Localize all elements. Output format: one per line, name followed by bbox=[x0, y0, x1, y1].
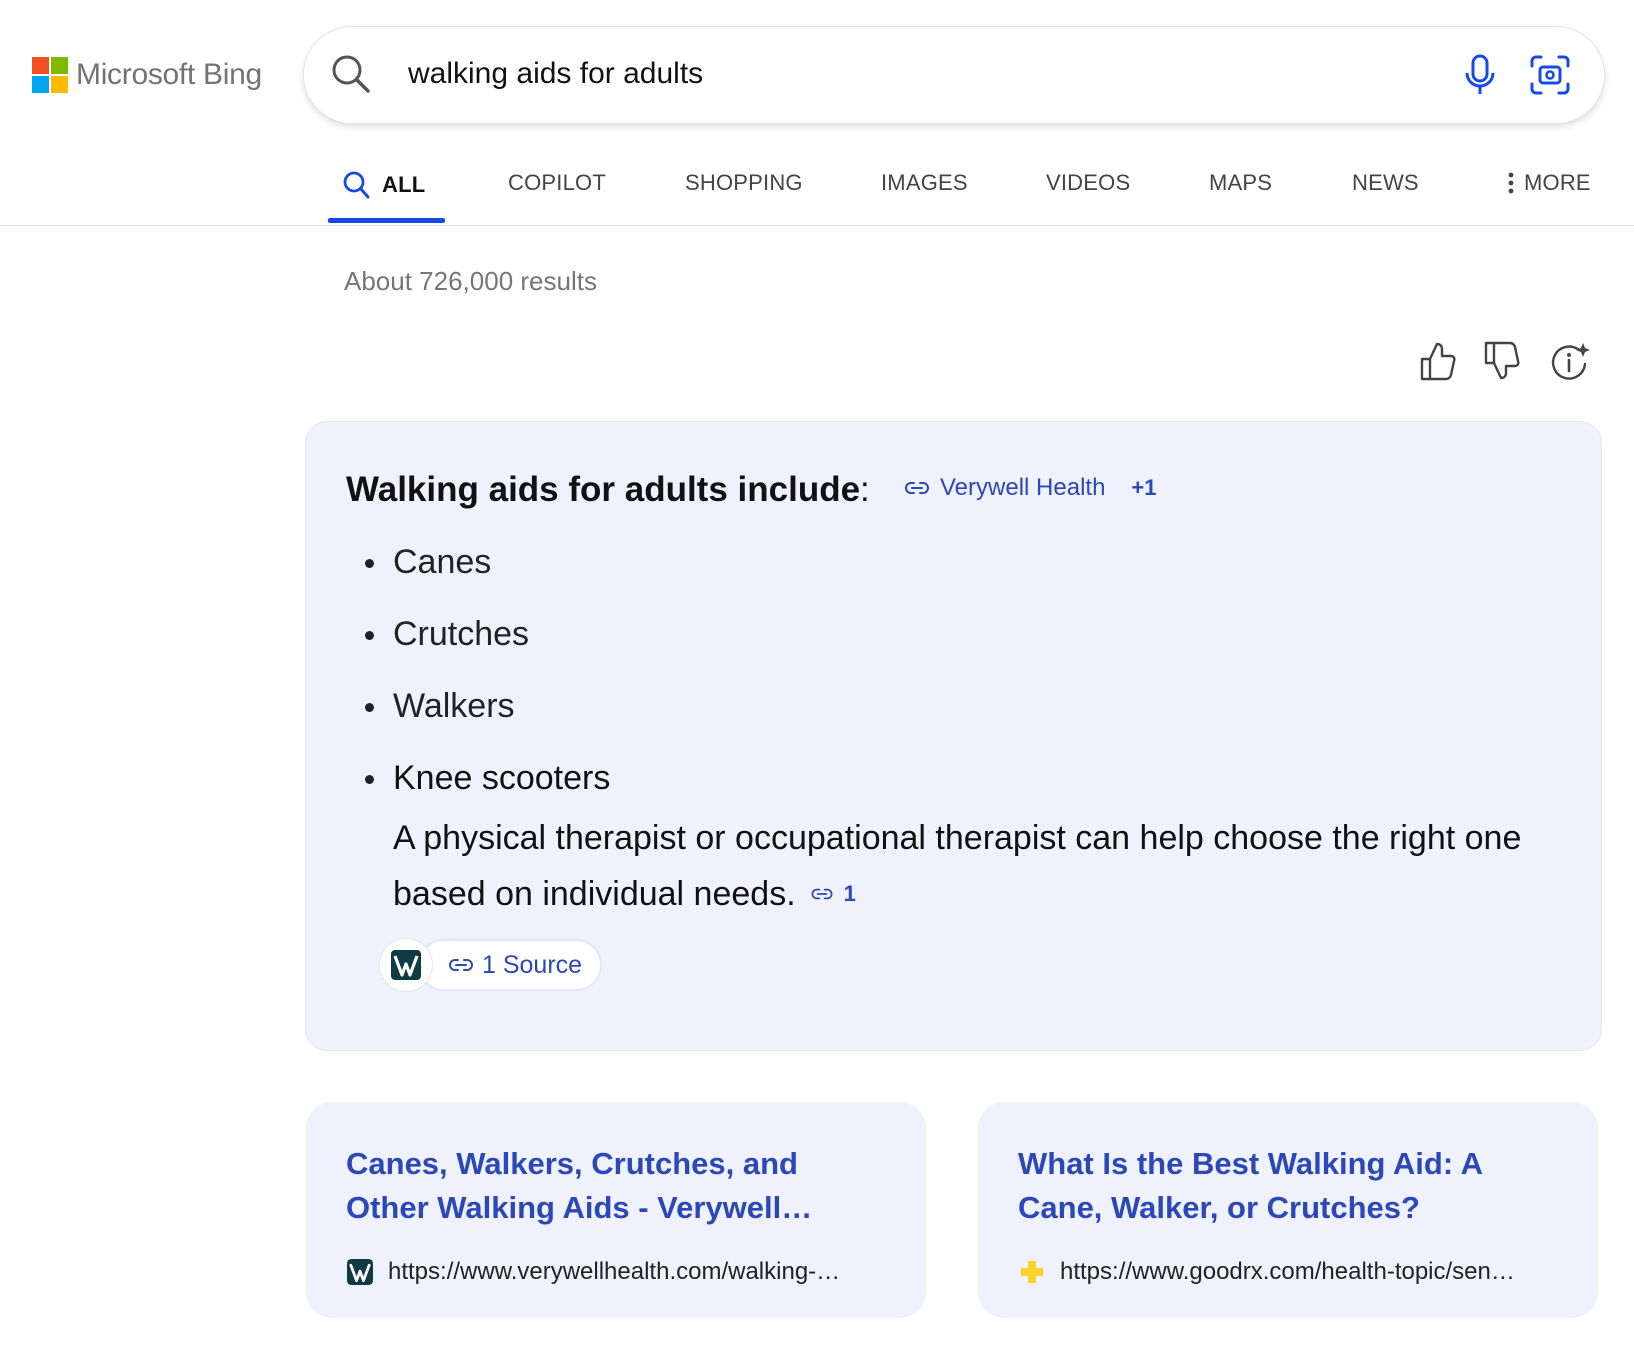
answer-paragraph: A physical therapist or occupational the… bbox=[393, 810, 1533, 922]
verywell-favicon bbox=[380, 939, 432, 991]
microphone-icon[interactable] bbox=[1460, 53, 1500, 102]
link-icon bbox=[810, 887, 834, 901]
link-icon bbox=[904, 480, 930, 496]
sources-pill[interactable]: 1 Source bbox=[418, 939, 603, 991]
answer-heading: Walking aids for adults include: bbox=[346, 470, 870, 510]
list-item: Walkers bbox=[346, 686, 610, 758]
result-url-text: https://www.goodrx.com/health-topic/sen… bbox=[1060, 1258, 1515, 1285]
results-count: About 726,000 results bbox=[344, 266, 597, 296]
sources-button[interactable]: 1 Source bbox=[380, 939, 603, 991]
tab-more[interactable]: MORE bbox=[1508, 170, 1591, 196]
answer-heading-colon: : bbox=[860, 470, 870, 509]
microsoft-logo-icon bbox=[32, 57, 68, 93]
result-url[interactable]: https://www.verywellhealth.com/walking-… bbox=[346, 1258, 840, 1286]
tab-videos[interactable]: VIDEOS bbox=[1046, 170, 1130, 196]
tab-shopping[interactable]: SHOPPING bbox=[685, 170, 803, 196]
citation-link[interactable]: Verywell Health +1 bbox=[904, 474, 1157, 502]
tab-news[interactable]: NEWS bbox=[1352, 170, 1419, 196]
search-input[interactable]: walking aids for adults bbox=[408, 57, 703, 91]
thumbs-down-icon[interactable] bbox=[1483, 340, 1521, 387]
tab-images[interactable]: IMAGES bbox=[881, 170, 968, 196]
result-url-text: https://www.verywellhealth.com/walking-… bbox=[388, 1258, 841, 1285]
citation-source: Verywell Health bbox=[940, 474, 1106, 501]
answer-paragraph-text: A physical therapist or occupational the… bbox=[393, 819, 1522, 913]
tab-all[interactable]: ALL bbox=[342, 170, 425, 200]
result-title[interactable]: Canes, Walkers, Crutches, and Other Walk… bbox=[346, 1142, 886, 1230]
inline-citation-number: 1 bbox=[843, 881, 856, 906]
more-vertical-icon bbox=[1508, 172, 1514, 194]
list-item: Canes bbox=[346, 542, 610, 614]
tab-maps[interactable]: MAPS bbox=[1209, 170, 1272, 196]
inline-citation[interactable]: 1 bbox=[810, 866, 856, 922]
scope-tabs: ALL COPILOT SHOPPING IMAGES VIDEOS MAPS … bbox=[0, 150, 1634, 226]
sources-label: 1 Source bbox=[482, 950, 583, 979]
search-icon bbox=[342, 170, 370, 200]
answer-heading-text: Walking aids for adults include bbox=[346, 470, 861, 509]
list-item: Crutches bbox=[346, 614, 610, 686]
goodrx-favicon bbox=[1018, 1258, 1046, 1286]
search-icon[interactable] bbox=[330, 53, 372, 100]
link-icon bbox=[448, 957, 474, 973]
answer-card: Walking aids for adults include: Verywel… bbox=[305, 421, 1602, 1051]
answer-list: Canes Crutches Walkers Knee scooters bbox=[346, 542, 610, 830]
tab-label: MORE bbox=[1524, 170, 1591, 195]
verywell-favicon bbox=[346, 1258, 374, 1286]
result-url[interactable]: https://www.goodrx.com/health-topic/sen… bbox=[1018, 1258, 1515, 1286]
result-card[interactable]: What Is the Best Walking Aid: A Cane, Wa… bbox=[978, 1102, 1598, 1318]
thumbs-up-icon[interactable] bbox=[1419, 340, 1457, 387]
search-box[interactable]: walking aids for adults bbox=[304, 27, 1604, 123]
result-card[interactable]: Canes, Walkers, Crutches, and Other Walk… bbox=[306, 1102, 926, 1318]
citation-more[interactable]: +1 bbox=[1131, 475, 1156, 501]
result-title[interactable]: What Is the Best Walking Aid: A Cane, Wa… bbox=[1018, 1142, 1558, 1230]
logo-text: Microsoft Bing bbox=[76, 58, 262, 91]
tab-copilot[interactable]: COPILOT bbox=[508, 170, 606, 196]
info-sparkle-icon[interactable] bbox=[1549, 340, 1591, 387]
visual-search-icon[interactable] bbox=[1528, 53, 1572, 102]
tab-label: ALL bbox=[382, 172, 426, 197]
bing-logo[interactable]: Microsoft Bing bbox=[32, 57, 262, 93]
active-tab-indicator bbox=[328, 218, 445, 223]
